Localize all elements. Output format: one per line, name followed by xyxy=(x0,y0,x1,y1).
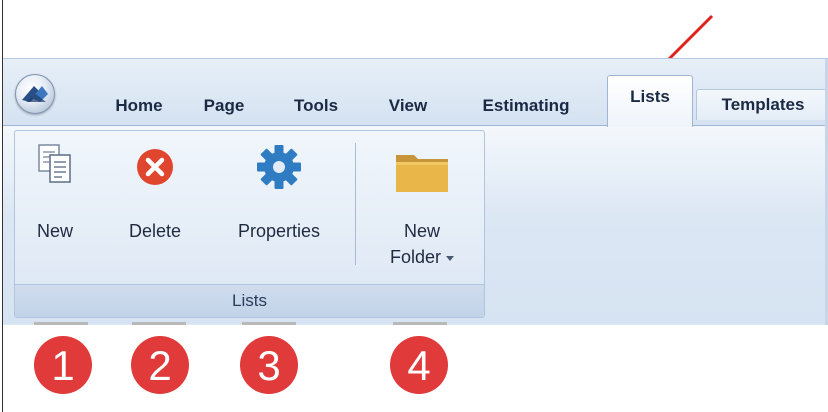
callout-marker-4 xyxy=(393,322,447,325)
app-logo-icon xyxy=(22,86,48,102)
ribbon-group-label: Lists xyxy=(15,284,484,317)
tab-page[interactable]: Page xyxy=(188,92,260,120)
tab-lists[interactable]: Lists xyxy=(607,75,693,127)
ribbon-tab-strip: Home Page Tools View Estimating Lists Te… xyxy=(3,59,828,127)
new-document-icon xyxy=(38,144,71,183)
new-folder-label-line2: Folder xyxy=(377,247,467,268)
gear-icon xyxy=(257,145,301,189)
ribbon-panel: New Delete Properties New Folder Lists xyxy=(3,125,828,324)
properties-button[interactable]: Properties xyxy=(217,131,341,281)
tab-templates[interactable]: Templates xyxy=(696,89,828,120)
callout-badge-4: 4 xyxy=(390,336,448,394)
new-folder-label-text: Folder xyxy=(389,247,442,267)
callout-marker-3 xyxy=(242,322,296,325)
callout-badge-2: 2 xyxy=(131,336,189,394)
new-folder-button[interactable]: New Folder xyxy=(377,131,467,281)
new-button-label: New xyxy=(36,221,73,241)
tab-estimating[interactable]: Estimating xyxy=(460,92,592,120)
callout-marker-1 xyxy=(34,322,88,325)
new-button[interactable]: New xyxy=(25,131,85,281)
tab-view[interactable]: View xyxy=(376,92,440,120)
chevron-down-icon[interactable] xyxy=(446,255,455,261)
application-window: Home Page Tools View Estimating Lists Te… xyxy=(3,58,828,325)
folder-icon xyxy=(396,155,448,192)
tab-home[interactable]: Home xyxy=(98,92,180,120)
callout-badge-1: 1 xyxy=(34,336,92,394)
tab-tools[interactable]: Tools xyxy=(280,92,352,120)
callout-badge-3: 3 xyxy=(240,336,298,394)
delete-icon xyxy=(137,149,173,185)
ribbon-group-lists: New Delete Properties New Folder Lists xyxy=(14,130,485,318)
delete-button-label: Delete xyxy=(128,221,182,241)
new-folder-label-line1: New xyxy=(403,221,440,241)
properties-button-label: Properties xyxy=(237,221,321,241)
callout-marker-2 xyxy=(132,322,186,325)
application-menu-button[interactable] xyxy=(15,74,55,114)
group-separator xyxy=(355,143,356,265)
delete-button[interactable]: Delete xyxy=(115,131,195,281)
